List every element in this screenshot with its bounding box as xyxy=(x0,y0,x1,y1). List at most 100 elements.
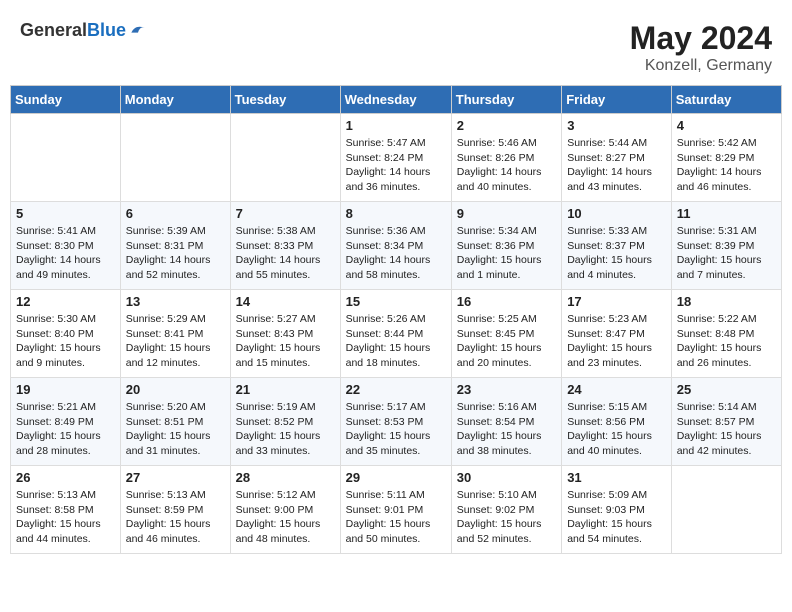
calendar-cell: 8 Sunrise: 5:36 AM Sunset: 8:34 PM Daylig… xyxy=(340,202,451,290)
calendar-cell: 3Sunrise: 5:44 AM Sunset: 8:27 PM Daylig… xyxy=(562,114,672,202)
day-info: Sunrise: 5:12 AM Sunset: 9:00 PM Dayligh… xyxy=(236,488,335,547)
day-number: 31 xyxy=(567,470,666,485)
day-number: 11 xyxy=(677,206,776,221)
day-number: 29 xyxy=(346,470,446,485)
calendar-cell: 16Sunrise: 5:25 AM Sunset: 8:45 PM Dayli… xyxy=(451,290,561,378)
calendar-cell: 30 Sunrise: 5:10 AM Sunset: 9:02 PM Dayli… xyxy=(451,466,561,554)
weekday-header-monday: Monday xyxy=(120,86,230,114)
logo-icon xyxy=(128,21,148,41)
calendar-cell: 1 Sunrise: 5:47 AM Sunset: 8:24 PM Daylig… xyxy=(340,114,451,202)
weekday-header-tuesday: Tuesday xyxy=(230,86,340,114)
day-number: 22 xyxy=(346,382,446,397)
day-info: Sunrise: 5:27 AM Sunset: 8:43 PM Dayligh… xyxy=(236,312,335,371)
day-number: 5 xyxy=(16,206,115,221)
day-number: 7 xyxy=(236,206,335,221)
day-number: 23 xyxy=(457,382,556,397)
calendar-cell: 20 Sunrise: 5:20 AM Sunset: 8:51 PM Dayli… xyxy=(120,378,230,466)
calendar-cell xyxy=(120,114,230,202)
calendar-cell xyxy=(671,466,781,554)
calendar-week-row: 19 Sunrise: 5:21 AM Sunset: 8:49 PM Dayli… xyxy=(11,378,782,466)
day-number: 12 xyxy=(16,294,115,309)
calendar-cell: 23Sunrise: 5:16 AM Sunset: 8:54 PM Dayli… xyxy=(451,378,561,466)
day-info: Sunrise: 5:19 AM Sunset: 8:52 PM Dayligh… xyxy=(236,400,335,459)
day-number: 17 xyxy=(567,294,666,309)
calendar-cell: 4Sunrise: 5:42 AM Sunset: 8:29 PM Daylig… xyxy=(671,114,781,202)
day-info: Sunrise: 5:15 AM Sunset: 8:56 PM Dayligh… xyxy=(567,400,666,459)
day-number: 16 xyxy=(457,294,556,309)
day-info: Sunrise: 5:13 AM Sunset: 8:59 PM Dayligh… xyxy=(126,488,225,547)
weekday-header-thursday: Thursday xyxy=(451,86,561,114)
day-info: Sunrise: 5:21 AM Sunset: 8:49 PM Dayligh… xyxy=(16,400,115,459)
calendar-cell: 31 Sunrise: 5:09 AM Sunset: 9:03 PM Dayli… xyxy=(562,466,672,554)
day-info: Sunrise: 5:31 AM Sunset: 8:39 PM Dayligh… xyxy=(677,224,776,283)
weekday-header-sunday: Sunday xyxy=(11,86,121,114)
day-number: 4 xyxy=(677,118,776,133)
weekday-header-wednesday: Wednesday xyxy=(340,86,451,114)
day-info: Sunrise: 5:38 AM Sunset: 8:33 PM Dayligh… xyxy=(236,224,335,283)
calendar-cell: 18 Sunrise: 5:22 AM Sunset: 8:48 PM Dayli… xyxy=(671,290,781,378)
logo-blue: Blue xyxy=(87,20,126,40)
day-number: 25 xyxy=(677,382,776,397)
location-label: Konzell, Germany xyxy=(630,57,772,75)
day-number: 28 xyxy=(236,470,335,485)
weekday-header-friday: Friday xyxy=(562,86,672,114)
weekday-header-row: SundayMondayTuesdayWednesdayThursdayFrid… xyxy=(11,86,782,114)
day-number: 19 xyxy=(16,382,115,397)
calendar-cell: 10 Sunrise: 5:33 AM Sunset: 8:37 PM Dayli… xyxy=(562,202,672,290)
day-info: Sunrise: 5:17 AM Sunset: 8:53 PM Dayligh… xyxy=(346,400,446,459)
day-info: Sunrise: 5:47 AM Sunset: 8:24 PM Dayligh… xyxy=(346,136,446,195)
calendar-week-row: 12 Sunrise: 5:30 AM Sunset: 8:40 PM Dayli… xyxy=(11,290,782,378)
calendar-week-row: 26Sunrise: 5:13 AM Sunset: 8:58 PM Dayli… xyxy=(11,466,782,554)
day-info: Sunrise: 5:14 AM Sunset: 8:57 PM Dayligh… xyxy=(677,400,776,459)
day-info: Sunrise: 5:39 AM Sunset: 8:31 PM Dayligh… xyxy=(126,224,225,283)
day-number: 3 xyxy=(567,118,666,133)
page-header: GeneralBlue May 2024 Konzell, Germany xyxy=(10,10,782,80)
day-number: 27 xyxy=(126,470,225,485)
calendar-cell: 17 Sunrise: 5:23 AM Sunset: 8:47 PM Dayli… xyxy=(562,290,672,378)
logo: GeneralBlue xyxy=(20,20,148,41)
calendar-cell: 22 Sunrise: 5:17 AM Sunset: 8:53 PM Dayli… xyxy=(340,378,451,466)
day-number: 13 xyxy=(126,294,225,309)
calendar-cell: 14 Sunrise: 5:27 AM Sunset: 8:43 PM Dayli… xyxy=(230,290,340,378)
calendar-cell: 11 Sunrise: 5:31 AM Sunset: 8:39 PM Dayli… xyxy=(671,202,781,290)
calendar-week-row: 5Sunrise: 5:41 AM Sunset: 8:30 PM Daylig… xyxy=(11,202,782,290)
calendar-week-row: 1 Sunrise: 5:47 AM Sunset: 8:24 PM Daylig… xyxy=(11,114,782,202)
day-info: Sunrise: 5:20 AM Sunset: 8:51 PM Dayligh… xyxy=(126,400,225,459)
day-info: Sunrise: 5:13 AM Sunset: 8:58 PM Dayligh… xyxy=(16,488,115,547)
day-number: 20 xyxy=(126,382,225,397)
day-info: Sunrise: 5:09 AM Sunset: 9:03 PM Dayligh… xyxy=(567,488,666,547)
day-info: Sunrise: 5:36 AM Sunset: 8:34 PM Dayligh… xyxy=(346,224,446,283)
day-number: 9 xyxy=(457,206,556,221)
calendar-cell: 7 Sunrise: 5:38 AM Sunset: 8:33 PM Daylig… xyxy=(230,202,340,290)
day-number: 18 xyxy=(677,294,776,309)
day-number: 21 xyxy=(236,382,335,397)
day-number: 8 xyxy=(346,206,446,221)
day-number: 24 xyxy=(567,382,666,397)
day-number: 1 xyxy=(346,118,446,133)
day-info: Sunrise: 5:33 AM Sunset: 8:37 PM Dayligh… xyxy=(567,224,666,283)
day-info: Sunrise: 5:10 AM Sunset: 9:02 PM Dayligh… xyxy=(457,488,556,547)
day-info: Sunrise: 5:23 AM Sunset: 8:47 PM Dayligh… xyxy=(567,312,666,371)
month-year-title: May 2024 xyxy=(630,20,772,57)
day-number: 14 xyxy=(236,294,335,309)
day-number: 30 xyxy=(457,470,556,485)
day-info: Sunrise: 5:30 AM Sunset: 8:40 PM Dayligh… xyxy=(16,312,115,371)
calendar-cell: 15Sunrise: 5:26 AM Sunset: 8:44 PM Dayli… xyxy=(340,290,451,378)
day-number: 6 xyxy=(126,206,225,221)
day-number: 2 xyxy=(457,118,556,133)
day-info: Sunrise: 5:34 AM Sunset: 8:36 PM Dayligh… xyxy=(457,224,556,283)
calendar-cell: 28 Sunrise: 5:12 AM Sunset: 9:00 PM Dayli… xyxy=(230,466,340,554)
day-number: 10 xyxy=(567,206,666,221)
day-info: Sunrise: 5:11 AM Sunset: 9:01 PM Dayligh… xyxy=(346,488,446,547)
calendar-cell: 13Sunrise: 5:29 AM Sunset: 8:41 PM Dayli… xyxy=(120,290,230,378)
calendar-cell: 5Sunrise: 5:41 AM Sunset: 8:30 PM Daylig… xyxy=(11,202,121,290)
calendar-cell: 25 Sunrise: 5:14 AM Sunset: 8:57 PM Dayli… xyxy=(671,378,781,466)
calendar-cell: 12 Sunrise: 5:30 AM Sunset: 8:40 PM Dayli… xyxy=(11,290,121,378)
day-info: Sunrise: 5:22 AM Sunset: 8:48 PM Dayligh… xyxy=(677,312,776,371)
calendar-cell: 27 Sunrise: 5:13 AM Sunset: 8:59 PM Dayli… xyxy=(120,466,230,554)
weekday-header-saturday: Saturday xyxy=(671,86,781,114)
calendar-cell: 2Sunrise: 5:46 AM Sunset: 8:26 PM Daylig… xyxy=(451,114,561,202)
calendar-table: SundayMondayTuesdayWednesdayThursdayFrid… xyxy=(10,85,782,554)
calendar-cell: 6 Sunrise: 5:39 AM Sunset: 8:31 PM Daylig… xyxy=(120,202,230,290)
calendar-cell: 19 Sunrise: 5:21 AM Sunset: 8:49 PM Dayli… xyxy=(11,378,121,466)
